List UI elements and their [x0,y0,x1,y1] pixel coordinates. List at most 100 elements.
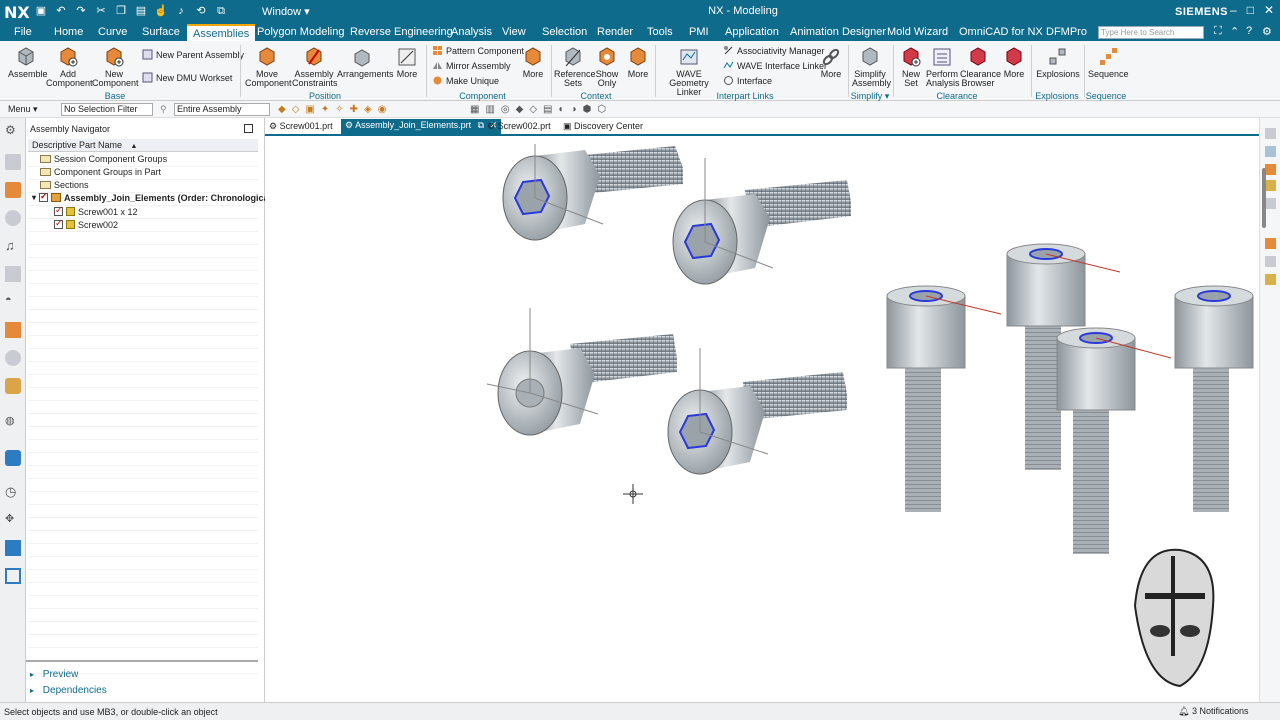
screw-model[interactable] [1174,285,1254,512]
help-icon[interactable]: ? [1246,25,1252,37]
wireframe-icon[interactable] [1265,256,1276,267]
screw-model[interactable] [667,348,847,475]
zoom-icon[interactable]: ▥ [485,104,494,115]
history-icon[interactable]: ◍ [5,414,21,430]
tab-surface[interactable]: Surface [142,26,180,38]
tab-view[interactable]: View [502,26,526,38]
column-header[interactable]: Descriptive Part Name ▲ [28,139,258,152]
rotate-icon[interactable]: ◎ [501,104,510,115]
display-icon[interactable]: ⬢ [583,104,592,115]
menu-button[interactable]: Menu ▾ [8,104,38,115]
tab-pmi[interactable]: PMI [689,26,709,38]
make-unique-button[interactable]: Make Unique [432,75,499,86]
new-dmu-workset-button[interactable]: New DMU Workset [142,72,232,83]
sort-ascending-icon[interactable]: ▲ [131,143,138,150]
system-materials-icon[interactable] [5,350,21,366]
tree-row-assembly[interactable]: ▾ Assembly_Join_Elements (Order: Chronol… [32,191,274,204]
screw-model[interactable] [1056,327,1172,554]
model-icon[interactable] [1265,164,1276,175]
mirror-assembly-button[interactable]: Mirror Assembly [432,60,511,71]
collapse-ribbon-icon[interactable]: ⌃ [1230,25,1239,38]
section-icon[interactable]: ◐ [559,104,565,115]
screw-model[interactable] [486,308,677,436]
orient-view-icon[interactable]: ◇ [529,104,537,115]
visibility-checkbox[interactable] [54,218,63,229]
assemble-button[interactable]: Assemble [8,46,48,79]
wave-interface-linker-button[interactable]: WAVE Interface Linker [723,60,827,71]
screw-model[interactable] [502,144,683,241]
select-all-icon[interactable]: ◇ [292,104,300,115]
palette-icon[interactable] [5,378,21,394]
graphics-window[interactable] [265,136,1255,702]
gear-icon[interactable]: ⚙ [5,123,21,139]
render-style-icon[interactable]: ◆ [516,104,524,115]
visibility-checkbox[interactable] [39,191,49,202]
selection-filter-select[interactable]: No Selection Filter [61,103,153,116]
tab-dfmpro[interactable]: DFMPro [1046,26,1087,38]
view-triad-icon[interactable] [1265,128,1276,139]
preview-section[interactable]: ▸ Preview [30,669,78,680]
clearance-browser-button[interactable]: Clearance Browser [960,46,1001,88]
tab-tools[interactable]: Tools [647,26,673,38]
tree-row[interactable]: Session Component Groups [40,152,167,165]
part-navigator-icon[interactable] [5,154,21,170]
tab-animation-designer[interactable]: Animation Designer [790,26,886,38]
settings-icon[interactable]: ⚙ [1262,25,1272,38]
process-studio-icon[interactable]: ✥ [5,512,21,528]
new-set-button[interactable]: New Set [897,46,925,88]
snap-end-icon[interactable]: ✚ [350,104,358,115]
new-parent-assembly-button[interactable]: New Parent Assembly [142,49,244,60]
explosions-button[interactable]: Explosions [1036,46,1080,79]
clock-icon[interactable]: ◷ [5,484,21,500]
vertical-scrollbar[interactable] [1262,168,1266,228]
tab-assembly-join-elements[interactable]: ⚙ Assembly_Join_Elements.prt ⧉ ✕ [341,119,502,135]
tab-assemblies[interactable]: Assemblies [187,24,256,41]
reuse-library-icon[interactable] [5,266,21,282]
dependencies-section[interactable]: ▸ Dependencies [30,685,107,696]
tree-row[interactable]: Screw002 [54,218,118,231]
tab-reverse-engineering[interactable]: Reverse Engineering [350,26,453,38]
select-icon[interactable]: ◆ [278,104,286,115]
sequence-button[interactable]: Sequence [1088,46,1129,79]
maximize-icon[interactable]: □ [1247,3,1254,17]
tab-selection[interactable]: Selection [542,26,587,38]
tab-curve[interactable]: Curve [98,26,127,38]
filter-icon[interactable]: ⚲ [160,104,167,115]
associativity-manager-button[interactable]: Associativity Manager [723,45,825,56]
wave-geometry-linker-button[interactable]: WAVE Geometry Linker [660,46,718,97]
scope-select[interactable]: Entire Assembly [174,103,270,116]
filter-type-icon[interactable]: ▣ [305,104,314,115]
tab-polygon-modeling[interactable]: Polygon Modeling [257,26,344,38]
panel-splitter[interactable] [26,660,258,662]
tab-file[interactable]: File [14,26,32,38]
work-view-icon[interactable]: ⬡ [597,104,606,115]
fullscreen-icon[interactable]: ⛶ [1214,25,1222,38]
close-icon[interactable]: ✕ [1264,3,1274,17]
position-more-button[interactable]: More [392,46,422,79]
screw-model[interactable] [886,285,1002,512]
float-tab-icon[interactable]: ⧉ [478,120,484,130]
layer-icon[interactable]: ▤ [543,104,552,115]
pattern-component-button[interactable]: Pattern Component [432,45,524,56]
snap-icon[interactable]: ✦ [321,104,329,115]
interface-button[interactable]: Interface [723,75,772,86]
component-more-button[interactable]: More [518,46,548,79]
tab-omnicad[interactable]: OmniCAD for NX [959,26,1043,38]
reference-sets-button[interactable]: Reference Sets [554,46,596,88]
collapse-icon[interactable]: ▾ [32,193,36,202]
tab-screw001[interactable]: ⚙ Screw001.prt [269,121,333,132]
new-component-button[interactable]: New Component [92,46,139,88]
command-search-input[interactable]: Type Here to Search [1098,26,1204,39]
fit-icon[interactable]: ▦ [470,104,479,115]
tab-screw002[interactable]: ⚙ Screw002.prt [487,121,551,132]
move-component-button[interactable]: Move Component [245,46,292,88]
tab-mold-wizard[interactable]: Mold Wizard [887,26,948,38]
shade-icon[interactable] [1265,180,1276,191]
bell-icon[interactable]: ♫ [5,238,21,254]
arrangements-button[interactable]: Arrangements [337,46,394,79]
screw-model[interactable] [672,158,851,285]
lighting-icon[interactable] [1265,274,1276,285]
tab-home[interactable]: Home [54,26,83,38]
simplify-assembly-button[interactable]: Simplify Assembly [852,46,891,88]
snap-mid-icon[interactable]: ◈ [364,104,372,115]
